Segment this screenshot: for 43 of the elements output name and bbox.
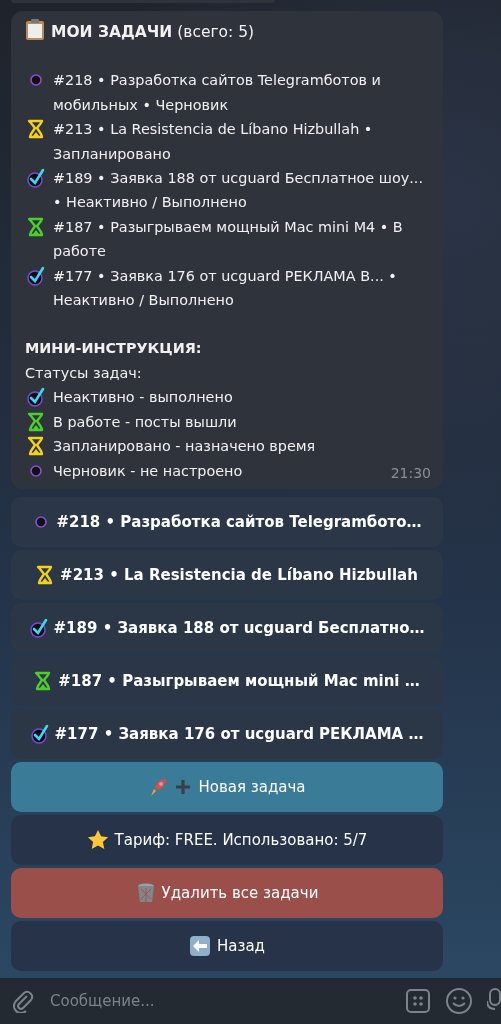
check-icon — [27, 168, 45, 189]
check-icon — [29, 617, 48, 638]
task-button[interactable]: #177 • Заявка 176 от ucguard РЕКЛАМА … — [11, 708, 443, 759]
message-title: МОИ ЗАДАЧИ (всего: 5) — [51, 23, 255, 41]
legend-item: В работе - посты вышли — [53, 412, 237, 432]
task-button[interactable]: #187 • Разыгрываем мощный Mac mini … — [11, 655, 443, 706]
task-line: #187 • Разыгрываем мощный Mac mini M4 • В работе — [53, 217, 404, 262]
trash-icon — [135, 881, 156, 904]
tariff-button[interactable]: Тариф: FREE. Использовано: 5/7 — [11, 814, 443, 865]
bot-commands-icon[interactable] — [405, 988, 431, 1014]
hourglass-icon — [36, 564, 55, 585]
plus-icon — [174, 777, 193, 796]
message-input[interactable]: Сообщение... — [48, 991, 391, 1011]
instruction-heading: МИНИ-ИНСТРУКЦИЯ: — [25, 339, 203, 359]
task-line: #213 • La Resistencia de Líbano Hizbullah • Запланировано — [53, 120, 374, 164]
hourglass-icon — [27, 216, 45, 237]
star-icon — [86, 828, 109, 851]
task-button[interactable]: #213 • La Resistencia de Líbano Hizbullah — [11, 549, 443, 600]
check-icon — [27, 387, 45, 408]
check-icon — [27, 265, 45, 286]
task-button[interactable]: #218 • Разработка сайтов Telegramбото… — [11, 496, 443, 547]
delete-all-button[interactable]: Удалить все задачи — [11, 867, 443, 918]
hourglass-icon — [34, 670, 53, 691]
rocket-icon — [148, 776, 169, 797]
task-line: #177 • Заявка 176 от ucguard РЕКЛАМА В... • Неактивно / Выполнено — [53, 266, 398, 311]
back-button[interactable]: Назад — [11, 920, 443, 971]
task-button[interactable]: #189 • Заявка 188 от ucguard Бесплатно… — [11, 602, 443, 653]
clipboard-icon — [25, 19, 45, 41]
check-icon — [30, 723, 49, 744]
hourglass-icon — [27, 436, 45, 457]
new-task-button[interactable]: Новая задача — [11, 761, 443, 812]
task-line: #189 • Заявка 188 от ucguard Бесплатное шоу... • Неактивно / Выполнено — [53, 169, 424, 213]
statuses-label: Статусы задач: — [25, 363, 143, 383]
emoji-icon[interactable] — [445, 987, 473, 1015]
hourglass-icon — [27, 119, 45, 140]
task-line: #218 • Разработка сайтов Telegramботов и мобильных • Черновик — [53, 71, 382, 115]
message-time: 21:30 — [390, 463, 431, 483]
legend-item: Запланировано - назначено время — [53, 437, 316, 457]
attach-icon[interactable] — [10, 989, 34, 1013]
message-input-bar[interactable]: Сообщение... — [0, 978, 501, 1024]
legend-item: Неактивно - выполнено — [53, 388, 233, 408]
hourglass-icon — [27, 411, 45, 432]
legend-item: Черновик - не настроено — [53, 461, 243, 481]
